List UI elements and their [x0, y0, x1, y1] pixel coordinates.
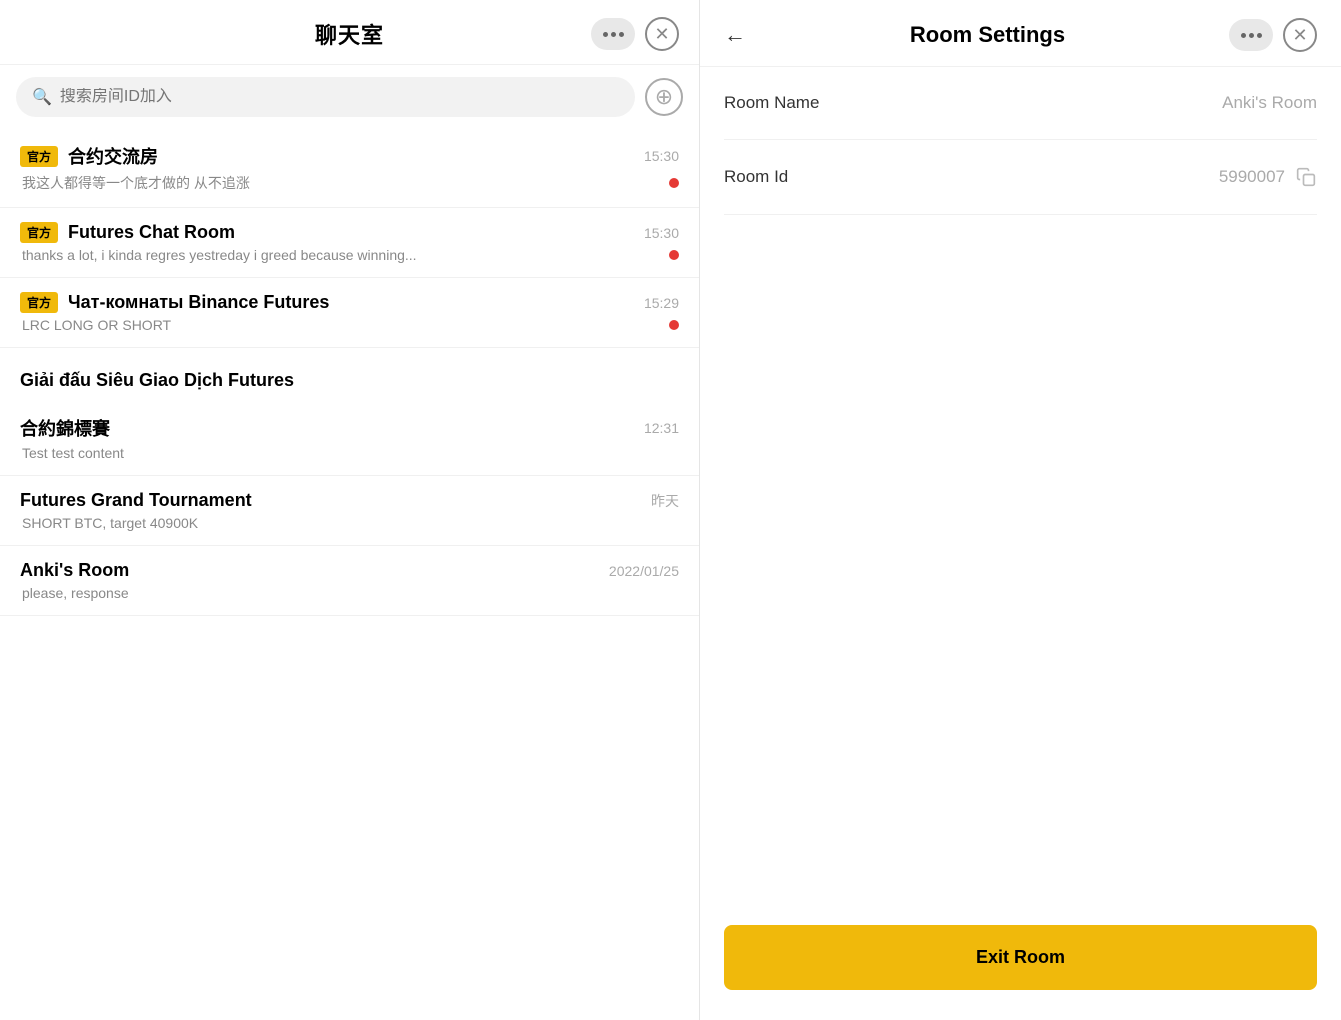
room-preview: LRC LONG OR SHORT: [22, 317, 171, 333]
search-input[interactable]: [60, 88, 619, 106]
room-item[interactable]: Anki's Room 2022/01/25 please, response: [0, 546, 699, 616]
section-header: Giải đấu Siêu Giao Dịch Futures: [0, 348, 699, 401]
room-item[interactable]: 官方 Futures Chat Room 15:30 thanks a lot,…: [0, 208, 699, 278]
settings-close-button[interactable]: ✕: [1283, 18, 1317, 52]
room-name: 合約錦標賽: [20, 415, 110, 441]
room-time: 15:30: [644, 148, 679, 164]
room-time: 12:31: [644, 420, 679, 436]
settings-room-name-label: Room Name: [724, 93, 819, 113]
right-panel: ← Room Settings ✕ Room Name Anki's Room …: [700, 0, 1341, 1020]
room-name: Чат-комнаты Binance Futures: [68, 292, 329, 313]
right-panel-title: Room Settings: [762, 22, 1213, 48]
search-bar-container: 🔍 ⊕: [0, 65, 699, 129]
room-name: 合约交流房: [68, 143, 158, 169]
room-preview: SHORT BTC, target 40900K: [22, 515, 198, 531]
room-preview: 我这人都得等一个底才做的 从不追涨: [22, 173, 250, 193]
search-icon: 🔍: [32, 87, 52, 107]
room-name: Anki's Room: [20, 560, 129, 581]
room-name: Futures Grand Tournament: [20, 490, 252, 511]
right-header-actions: ✕: [1229, 18, 1317, 52]
official-badge: 官方: [20, 222, 58, 243]
add-room-button[interactable]: ⊕: [645, 78, 683, 116]
left-panel: 聊天室 ✕ 🔍 ⊕ 官方 合约交流房 15:30: [0, 0, 700, 1020]
room-list: 官方 合约交流房 15:30 我这人都得等一个底才做的 从不追涨 官方 Futu…: [0, 129, 699, 1020]
room-time: 昨天: [651, 491, 679, 511]
room-preview: please, response: [22, 585, 129, 601]
settings-row-room-id: Room Id 5990007: [724, 140, 1317, 215]
room-time: 15:30: [644, 225, 679, 241]
settings-room-id-value: 5990007: [1219, 166, 1317, 188]
room-item[interactable]: Futures Grand Tournament 昨天 SHORT BTC, t…: [0, 476, 699, 546]
exit-room-button[interactable]: Exit Room: [724, 925, 1317, 990]
right-header: ← Room Settings ✕: [700, 0, 1341, 67]
settings-row-room-name: Room Name Anki's Room: [724, 67, 1317, 140]
left-panel-title: 聊天室: [315, 18, 384, 50]
room-preview: thanks a lot, i kinda regres yestreday i…: [22, 247, 417, 263]
close-button[interactable]: ✕: [645, 17, 679, 51]
room-name: Futures Chat Room: [68, 222, 235, 243]
search-input-wrap: 🔍: [16, 77, 635, 117]
room-item[interactable]: 官方 Чат-комнаты Binance Futures 15:29 LRC…: [0, 278, 699, 348]
unread-dot: [669, 320, 679, 330]
settings-room-name-value: Anki's Room: [1222, 93, 1317, 113]
left-header-actions: ✕: [591, 17, 679, 51]
section-title: Giải đấu Siêu Giao Dịch Futures: [20, 370, 294, 390]
room-preview: Test test content: [22, 445, 124, 461]
back-button[interactable]: ←: [724, 22, 746, 48]
more-options-button[interactable]: [591, 18, 635, 50]
settings-more-options-button[interactable]: [1229, 19, 1273, 51]
room-time: 15:29: [644, 295, 679, 311]
official-badge: 官方: [20, 292, 58, 313]
room-item[interactable]: 合約錦標賽 12:31 Test test content: [0, 401, 699, 476]
unread-dot: [669, 178, 679, 188]
copy-room-id-button[interactable]: [1295, 166, 1317, 188]
left-header: 聊天室 ✕: [0, 0, 699, 65]
room-item[interactable]: 官方 合约交流房 15:30 我这人都得等一个底才做的 从不追涨: [0, 129, 699, 208]
settings-room-id-label: Room Id: [724, 167, 788, 187]
settings-content: Room Name Anki's Room Room Id 5990007: [700, 67, 1341, 925]
unread-dot: [669, 250, 679, 260]
room-time: 2022/01/25: [609, 563, 679, 579]
official-badge: 官方: [20, 146, 58, 167]
